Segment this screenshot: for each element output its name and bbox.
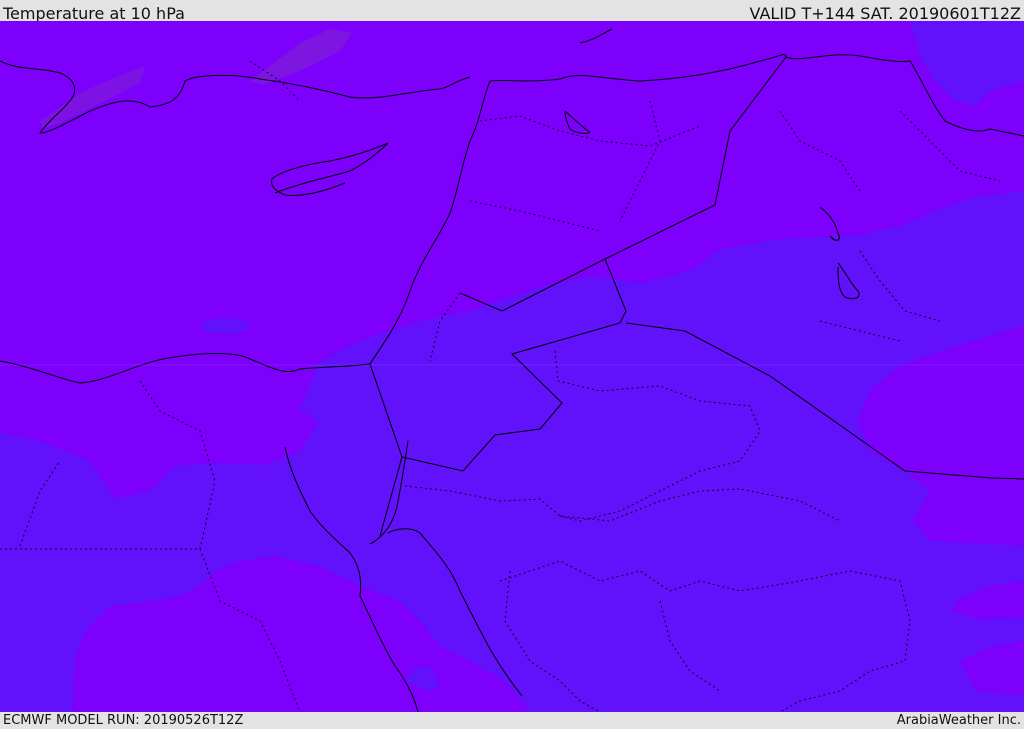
cool-blob-africa (120, 521, 144, 541)
model-run: ECMWF MODEL RUN: 20190526T12Z (3, 713, 244, 728)
cool-blob-sea (201, 318, 249, 334)
weather-map (0, 21, 1024, 712)
credit-text: ArabiaWeather Inc. (896, 713, 1021, 728)
footer-bar: ECMWF MODEL RUN: 20190526T12Z ArabiaWeat… (0, 712, 1024, 729)
header-bar: Temperature at 10 hPa VALID T+144 SAT. 2… (0, 0, 1024, 23)
